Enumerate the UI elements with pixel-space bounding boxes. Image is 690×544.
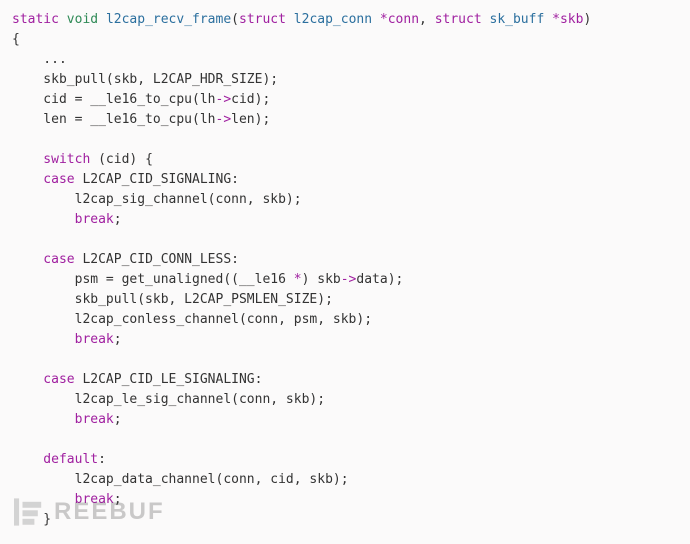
kw-default: default [12,452,98,467]
case3-body: l2cap_le_sig_channel(conn, skb); [12,392,325,407]
kw-break-1: break [12,212,114,227]
case2-l3: l2cap_conless_channel(conn, psm, skb); [12,312,372,327]
switch-rest: (cid) { [90,152,153,167]
kw-case-3: case [12,372,75,387]
type-l2cap-conn: l2cap_conn [294,12,372,27]
line-skb-pull-1: skb_pull(skb, L2CAP_HDR_SIZE); [12,72,278,87]
arrow-3: -> [341,272,357,287]
param-skb: *skb [552,12,583,27]
case2-l2: skb_pull(skb, L2CAP_PSMLEN_SIZE); [12,292,333,307]
param-conn: *conn [380,12,419,27]
default-colon: : [98,452,106,467]
case2-l1-a: psm = get_unaligned((__le16 [12,272,294,287]
semi-3: ; [114,412,122,427]
kw-break-3: break [12,412,114,427]
kw-switch: switch [12,152,90,167]
kw-break-2: break [12,332,114,347]
case2-l1-e: data); [356,272,403,287]
arrow-2: -> [216,112,232,127]
fn-name: l2cap_recv_frame [106,12,231,27]
case2-rest: L2CAP_CID_CONN_LESS: [75,252,239,267]
code-block: static void l2cap_recv_frame(struct l2ca… [0,0,690,540]
kw-case-2: case [12,252,75,267]
open-brace: { [12,32,20,47]
line-len-c: len); [231,112,270,127]
semi-2: ; [114,332,122,347]
kw-case-1: case [12,172,75,187]
line-len-a: len = __le16_to_cpu(lh [12,112,216,127]
kw-void: void [67,12,98,27]
case3-rest: L2CAP_CID_LE_SIGNALING: [75,372,263,387]
kw-break-4: break [12,492,114,507]
kw-struct-2: struct [435,12,482,27]
case2-l1-c: ) skb [302,272,341,287]
line-cid-a: cid = __le16_to_cpu(lh [12,92,216,107]
case1-rest: L2CAP_CID_SIGNALING: [75,172,239,187]
default-body: l2cap_data_channel(conn, cid, skb); [12,472,349,487]
semi-1: ; [114,212,122,227]
star-1: * [294,272,302,287]
kw-static: static [12,12,59,27]
close-brace-inner: } [12,512,51,527]
case1-body: l2cap_sig_channel(conn, skb); [12,192,302,207]
semi-4: ; [114,492,122,507]
kw-struct-1: struct [239,12,286,27]
type-sk-buff: sk_buff [490,12,545,27]
line-cid-c: cid); [231,92,270,107]
arrow-1: -> [216,92,232,107]
ellipsis: ... [12,52,67,67]
